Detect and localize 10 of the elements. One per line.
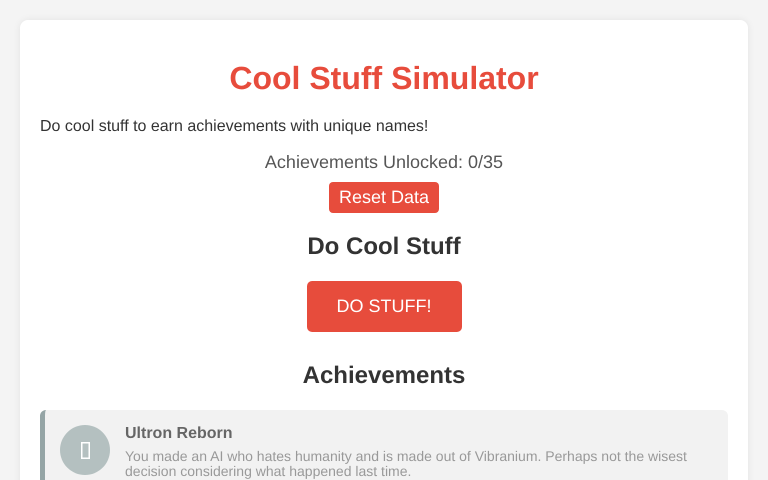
achievement-description: You made an AI who hates humanity and is made out of Vibranium. Perhaps not the wisest decision considering what happened last time. [125, 449, 688, 479]
section-heading: Achievements [302, 362, 466, 390]
glyph-icon [80, 442, 90, 458]
reset-button[interactable]: Reset Data [328, 182, 440, 213]
achievement-name: Ultron Reborn [125, 425, 234, 443]
do-stuff-button[interactable]: DO STUFF! [306, 281, 462, 332]
page-title: Cool Stuff Simulator [228, 59, 540, 97]
intro-text: Do cool stuff to earn achievements with unique names! [40, 117, 430, 137]
achievement-counter: Achievements Unlocked: 0/35 [264, 151, 504, 173]
section-heading: Do Cool Stuff [306, 233, 462, 261]
